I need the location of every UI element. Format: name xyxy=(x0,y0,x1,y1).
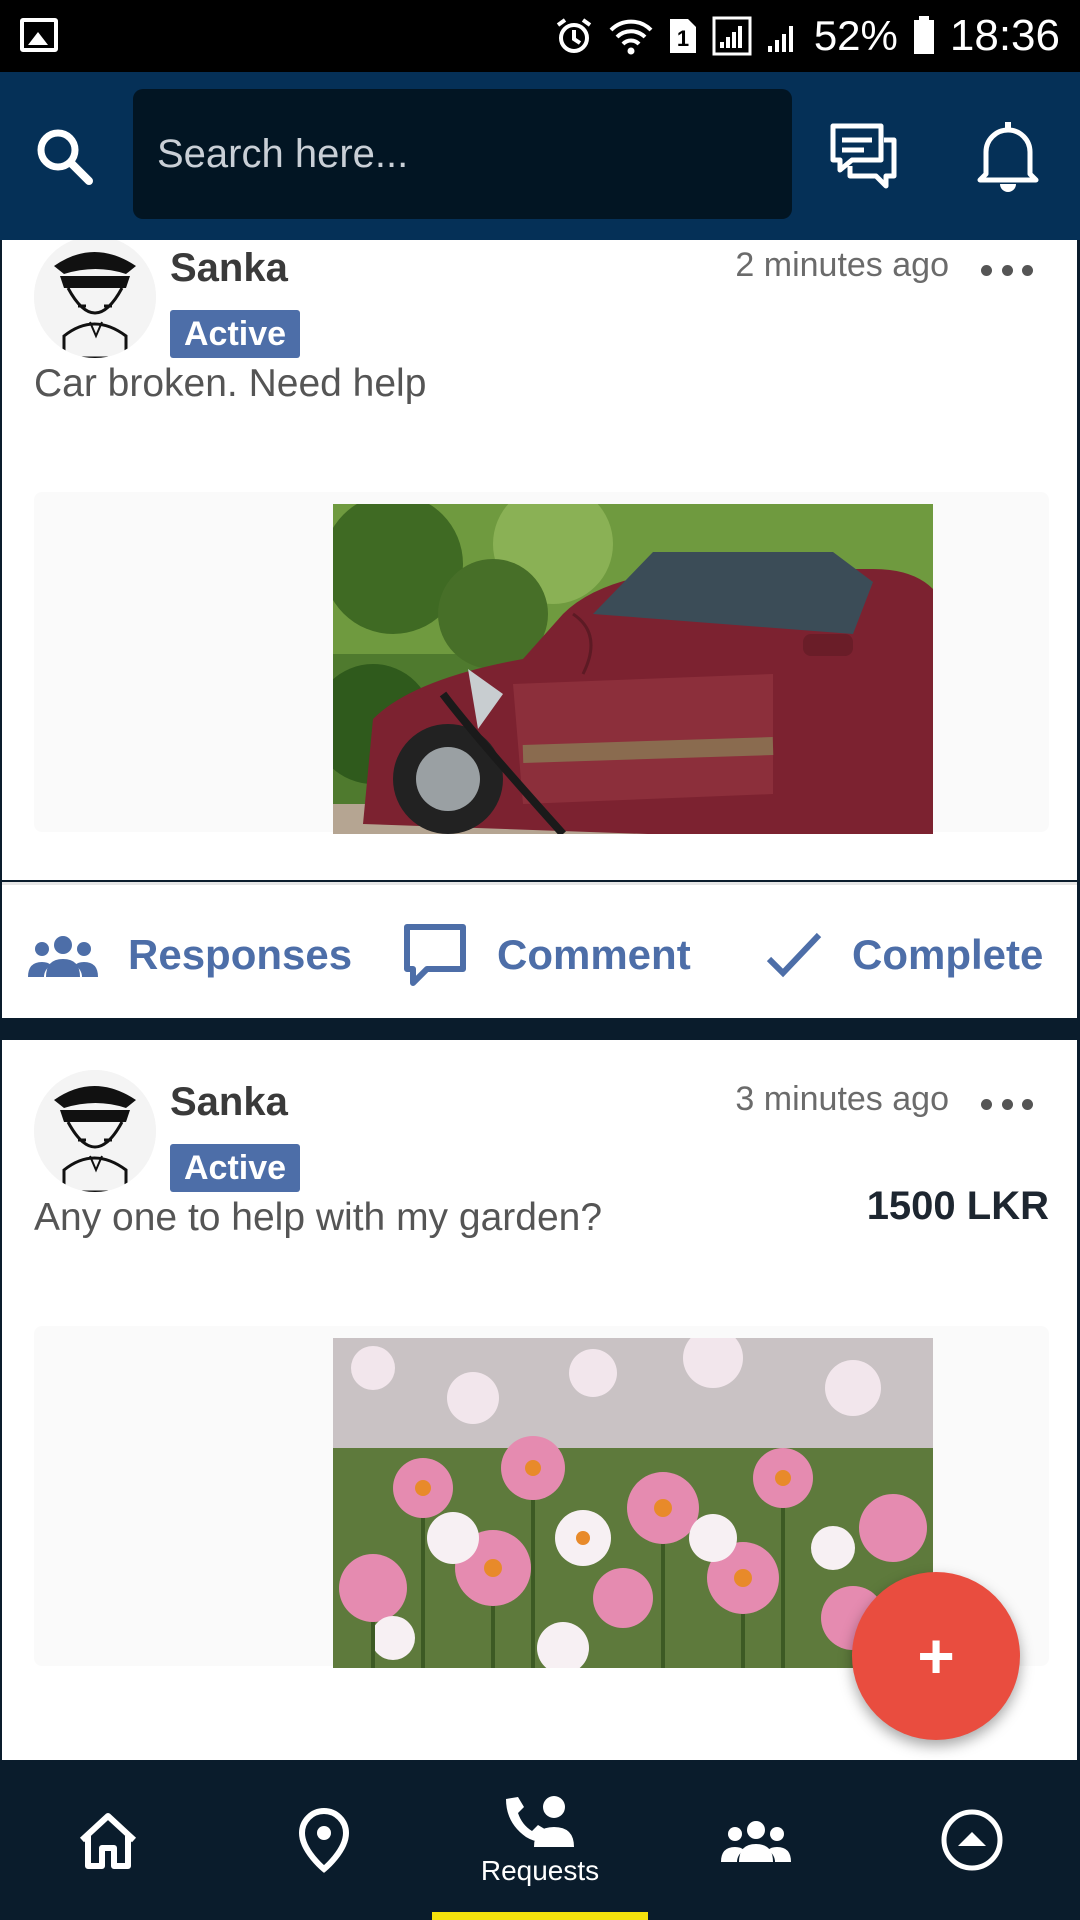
request-feed[interactable]: Sanka Active 2 minutes ago Car broken. N… xyxy=(0,240,1080,1760)
search-icon xyxy=(37,129,93,185)
complete-button[interactable]: Complete xyxy=(766,923,1043,987)
battery-icon xyxy=(913,16,934,54)
signal-icon-1 xyxy=(712,16,752,56)
group-icon xyxy=(721,1821,791,1862)
user-name[interactable]: Sanka xyxy=(170,1080,288,1125)
search-input[interactable]: Search here... xyxy=(133,89,792,219)
bottom-navigation: Requests xyxy=(0,1760,1080,1920)
nav-requests[interactable]: Requests xyxy=(432,1760,648,1920)
post-divider xyxy=(0,1018,1080,1040)
post-actions: Responses Comment Complete xyxy=(2,882,1077,1018)
post-text: Car broken. Need help xyxy=(34,362,427,405)
user-avatar-illustration xyxy=(34,1070,156,1192)
avatar[interactable] xyxy=(34,240,156,358)
comment-icon xyxy=(404,924,466,986)
nav-map[interactable] xyxy=(216,1760,432,1920)
user-name[interactable]: Sanka xyxy=(170,246,288,291)
alarm-icon xyxy=(556,18,591,53)
car-photo xyxy=(333,504,933,834)
requests-phone-user-icon xyxy=(506,1796,574,1847)
group-icon xyxy=(28,936,98,977)
dot xyxy=(1022,1098,1033,1110)
checkmark-icon xyxy=(766,932,822,978)
user-avatar-illustration xyxy=(34,240,156,358)
status-badge: Active xyxy=(170,310,301,358)
nav-active-indicator xyxy=(432,1912,648,1920)
chat-icon xyxy=(830,123,897,189)
notifications-button[interactable] xyxy=(972,118,1044,194)
wifi-icon xyxy=(609,19,653,55)
post-timestamp: 2 minutes ago xyxy=(735,246,949,284)
nav-requests-label: Requests xyxy=(480,1855,600,1886)
more-options-button[interactable] xyxy=(981,258,1033,282)
nav-groups[interactable] xyxy=(648,1760,864,1920)
app-bar: Search here... xyxy=(0,72,1080,240)
location-pin-icon xyxy=(298,1807,350,1873)
nav-home[interactable] xyxy=(0,1760,216,1920)
complete-label: Complete xyxy=(852,931,1044,978)
flower-photo xyxy=(333,1338,933,1668)
post-card: Sanka Active 2 minutes ago Car broken. N… xyxy=(2,240,1077,880)
signal-icon-2 xyxy=(767,26,793,52)
post-timestamp: 3 minutes ago xyxy=(735,1080,949,1118)
post-image[interactable] xyxy=(333,504,933,834)
sim-slot-number: 1 xyxy=(677,26,689,51)
plus-icon: + xyxy=(917,1620,955,1692)
sim-slot-icon: 1 xyxy=(669,19,696,53)
responses-label: Responses xyxy=(128,931,353,978)
status-icons: 1 52% 18:36 xyxy=(554,11,1060,60)
responses-button[interactable]: Responses xyxy=(28,923,352,987)
gallery-notification-icon xyxy=(20,18,58,52)
status-bar: 1 52% 18:36 xyxy=(0,0,1080,72)
more-options-button[interactable] xyxy=(981,1092,1033,1116)
dot xyxy=(1022,264,1033,276)
status-badge: Active xyxy=(170,1144,301,1192)
battery-percent: 52% xyxy=(813,12,898,59)
dot xyxy=(981,1098,992,1110)
avatar[interactable] xyxy=(34,1070,156,1192)
comment-button[interactable]: Comment xyxy=(403,923,691,987)
post-media xyxy=(34,492,1049,834)
clock: 18:36 xyxy=(949,11,1060,60)
home-icon xyxy=(79,1813,137,1869)
comment-label: Comment xyxy=(497,931,691,978)
add-request-button[interactable]: + xyxy=(852,1572,1020,1740)
bell-icon xyxy=(977,122,1039,192)
search-button[interactable] xyxy=(30,122,100,192)
nav-profile[interactable] xyxy=(864,1760,1080,1920)
dot xyxy=(1001,264,1013,276)
dot xyxy=(981,264,992,276)
post-text: Any one to help with my garden? xyxy=(34,1196,603,1239)
dot xyxy=(1001,1098,1013,1110)
messages-button[interactable] xyxy=(828,120,900,192)
search-placeholder: Search here... xyxy=(157,131,409,176)
post-image[interactable] xyxy=(333,1338,933,1668)
profile-icon xyxy=(941,1809,1003,1871)
reward-amount: 1500 LKR xyxy=(866,1184,1049,1228)
